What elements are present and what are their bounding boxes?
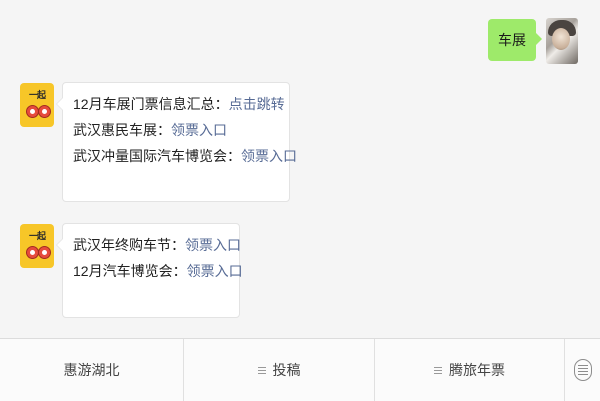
official-account-avatar[interactable]: 一起 [20,224,54,268]
message-line-label: 12月车展门票信息汇总： [73,96,229,112]
official-account-avatar[interactable]: 一起 [20,83,54,127]
message-line: 武汉冲量国际汽车博览会：领票入口 [73,143,297,169]
message-line-label: 武汉年终购车节： [73,237,185,253]
avatar-logo-icon: 一起 [28,231,46,241]
chat-area: 车展 一起 12月车展门票信息汇总：点击跳转 武汉惠民车展：领票入口 武汉冲量国… [0,0,600,338]
message-line: 武汉年终购车节：领票入口 [73,232,241,258]
keyboard-toggle-button[interactable] [565,339,600,401]
bottom-menu-bar: 惠游湖北 投稿 腾旅年票 [0,338,600,401]
outgoing-message-row: 车展 [488,18,578,64]
avatar-face-shape [552,28,570,50]
message-line-label: 武汉惠民车展： [73,122,171,138]
user-avatar[interactable] [546,18,578,64]
menu-item-label: 腾旅年票 [449,362,505,378]
message-link[interactable]: 领票入口 [185,237,241,253]
incoming-message-bubble: 武汉年终购车节：领票入口 12月汽车博览会：领票入口 [56,223,243,318]
menu-item-label: 惠游湖北 [63,362,120,378]
incoming-message-row: 一起 武汉年终购车节：领票入口 12月汽车博览会：领票入口 [20,223,243,318]
avatar-logo-icon: 一起 [28,90,46,100]
message-line-label: 武汉冲量国际汽车博览会： [73,148,241,164]
message-line: 12月汽车博览会：领票入口 [73,258,243,284]
message-link[interactable]: 点击跳转 [229,96,285,112]
message-line: 12月车展门票信息汇总：点击跳转 [73,91,285,117]
message-line-label: 12月汽车博览会： [73,263,187,279]
menu-item-huiyou-hubei[interactable]: 惠游湖北 [0,339,184,401]
submenu-icon [434,365,442,376]
menu-item-label: 投稿 [272,362,301,378]
message-link[interactable]: 领票入口 [241,148,297,164]
outgoing-message-bubble[interactable]: 车展 [488,19,542,61]
message-line: 武汉惠民车展：领票入口 [73,117,279,143]
incoming-message-bubble: 12月车展门票信息汇总：点击跳转 武汉惠民车展：领票入口 武汉冲量国际汽车博览会… [56,82,297,202]
avatar-logo-circle-icon [38,246,51,259]
incoming-message-row: 一起 12月车展门票信息汇总：点击跳转 武汉惠民车展：领票入口 武汉冲量国际汽车… [20,82,297,202]
menu-item-annual-ticket[interactable]: 腾旅年票 [375,339,565,401]
menu-item-submit[interactable]: 投稿 [184,339,375,401]
keyboard-icon [573,359,592,381]
avatar-logo-circle-icon [38,105,51,118]
submenu-icon [257,365,266,376]
message-link[interactable]: 领票入口 [171,122,227,138]
message-link[interactable]: 领票入口 [187,263,243,279]
